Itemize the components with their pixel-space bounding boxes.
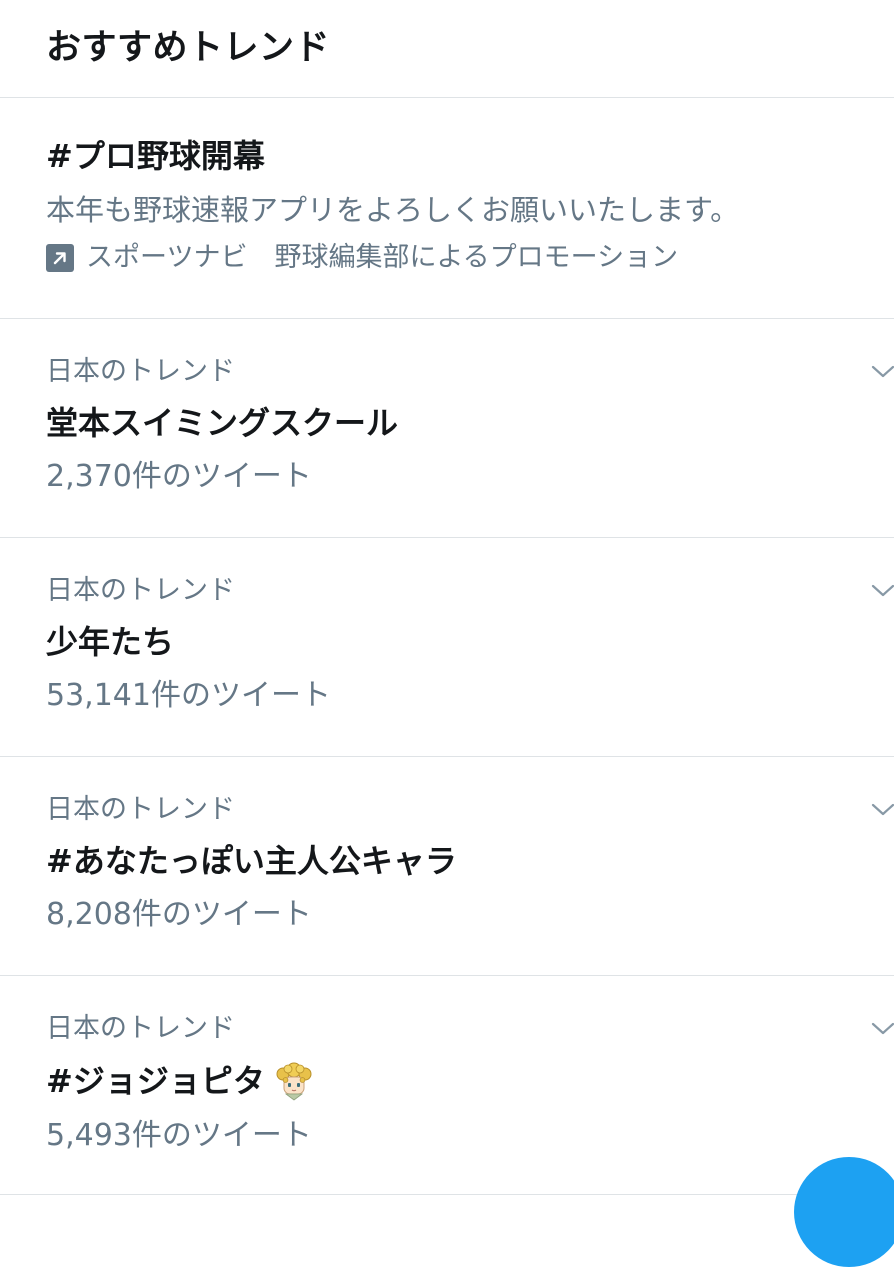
promoted-trend-description: 本年も野球速報アプリをよろしくお願いいたします。 bbox=[46, 193, 740, 227]
chevron-down-icon[interactable] bbox=[870, 1018, 894, 1038]
trend-context: 日本のトレンド bbox=[46, 356, 235, 387]
promoted-by-line: スポーツナビ 野球編集部によるプロモーション bbox=[46, 240, 894, 276]
chevron-down-icon[interactable] bbox=[870, 580, 894, 600]
trend-context: 日本のトレンド bbox=[46, 575, 235, 606]
trend-name[interactable]: #ジョジョピタ bbox=[46, 1060, 894, 1102]
trend-context: 日本のトレンド bbox=[46, 1013, 235, 1044]
trend-context: 日本のトレンド bbox=[46, 794, 235, 825]
trend-name-label: #ジョジョピタ bbox=[46, 1062, 265, 1100]
promoted-arrow-icon bbox=[46, 244, 74, 272]
promoted-by-label: スポーツナビ 野球編集部によるプロモーション bbox=[86, 242, 679, 273]
page-title: おすすめトレンド bbox=[46, 28, 331, 68]
trend-tweet-count: 5,493件のツイート bbox=[46, 1118, 312, 1153]
trend-tweet-count: 2,370件のツイート bbox=[46, 459, 312, 494]
trend-item[interactable]: 日本のトレンド #あなたっぽい主人公キャラ 8,208件のツイート bbox=[0, 757, 894, 976]
trend-name[interactable]: 堂本スイミングスクール bbox=[46, 403, 894, 443]
jojo-character-emoji-icon bbox=[276, 1062, 312, 1101]
trend-name-label: #あなたっぽい主人公キャラ bbox=[46, 842, 457, 880]
trend-name-label: 少年たち bbox=[46, 623, 175, 661]
trend-name-label: 堂本スイミングスクール bbox=[46, 404, 399, 442]
promoted-trend[interactable]: #プロ野球開幕 本年も野球速報アプリをよろしくお願いいたします。 スポーツナビ … bbox=[0, 98, 894, 319]
compose-tweet-button[interactable] bbox=[794, 1157, 894, 1267]
chevron-down-icon[interactable] bbox=[870, 799, 894, 819]
trend-tweet-count: 8,208件のツイート bbox=[46, 897, 312, 932]
trend-item[interactable]: 日本のトレンド 堂本スイミングスクール 2,370件のツイート bbox=[0, 319, 894, 538]
trend-name[interactable]: 少年たち bbox=[46, 622, 894, 662]
trend-tweet-count: 53,141件のツイート bbox=[46, 678, 331, 713]
trend-item[interactable]: 日本のトレンド #ジョジョピタ 5,493件のツイート bbox=[0, 976, 894, 1195]
trend-name[interactable]: #あなたっぽい主人公キャラ bbox=[46, 841, 894, 881]
trends-header: おすすめトレンド bbox=[0, 0, 894, 98]
promoted-trend-title[interactable]: #プロ野球開幕 bbox=[46, 136, 894, 176]
trend-item[interactable]: 日本のトレンド 少年たち 53,141件のツイート bbox=[0, 538, 894, 757]
chevron-down-icon[interactable] bbox=[870, 361, 894, 381]
